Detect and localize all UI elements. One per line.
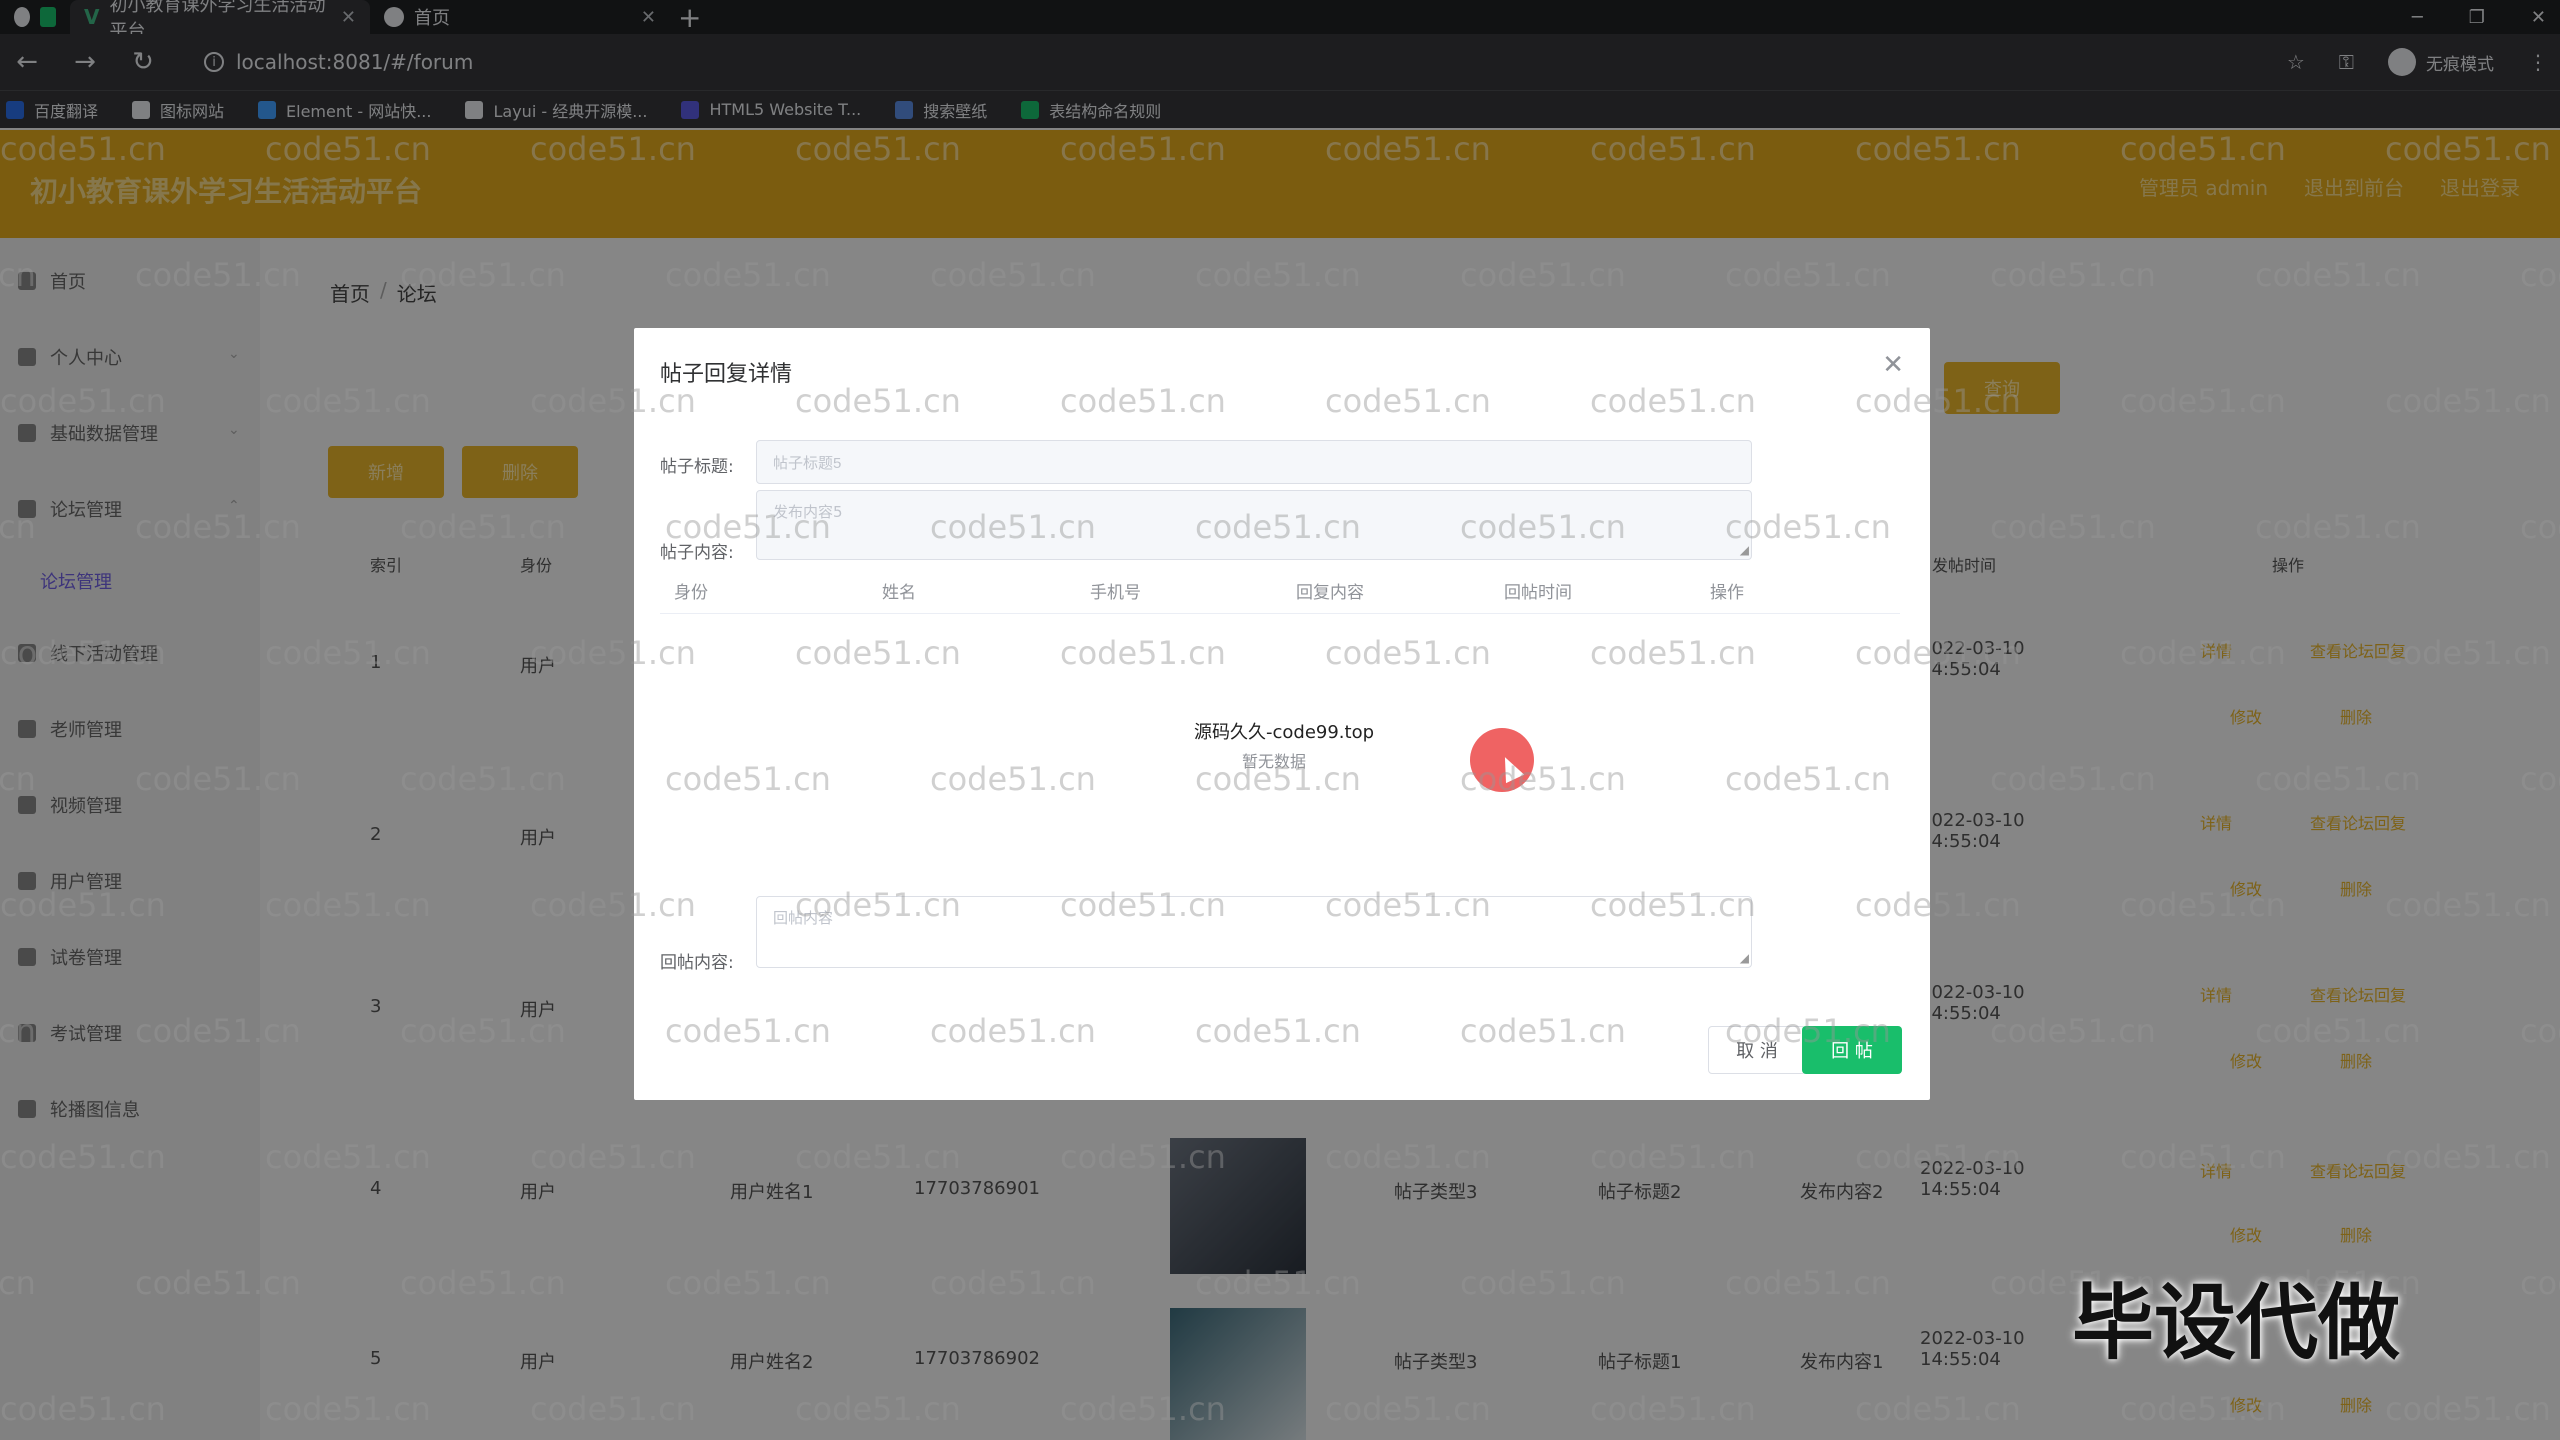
resize-handle-icon[interactable]: ◢ [1740,543,1749,557]
resize-handle-icon[interactable]: ◢ [1740,951,1749,965]
reply-detail-dialog: 帖子回复详情 ✕ 帖子标题: 帖子内容: 发布内容5 ◢ 身份 姓名 手机号 回… [634,328,1930,1100]
post-content-label: 帖子内容: [660,543,734,563]
post-content-textarea[interactable]: 发布内容5 ◢ [756,490,1752,560]
column-header: 手机号 [1090,583,1141,603]
empty-data-text: 暂无数据 [1242,752,1307,771]
reply-placeholder: 回帖内容 [773,909,834,927]
column-header: 回帖时间 [1504,583,1572,603]
cancel-button[interactable]: 取 消 [1708,1026,1806,1074]
reply-content-label: 回帖内容: [660,953,734,973]
reply-content-textarea[interactable]: 回帖内容 ◢ [756,896,1752,968]
post-title-label: 帖子标题: [660,457,734,477]
column-header: 姓名 [882,583,916,603]
post-title-input[interactable] [756,440,1752,484]
column-header: 身份 [674,583,708,603]
submit-reply-label: 回 帖 [1831,1041,1873,1062]
reply-table-header: 身份 姓名 手机号 回复内容 回帖时间 操作 [660,568,1900,614]
cancel-button-label: 取 消 [1736,1041,1778,1062]
column-header: 操作 [1710,583,1744,603]
close-icon[interactable]: ✕ [1882,350,1904,380]
submit-reply-button[interactable]: 回 帖 [1802,1026,1902,1074]
corner-watermark: 毕设代做 [2072,1276,2401,1371]
dialog-title: 帖子回复详情 [660,362,793,387]
column-header: 回复内容 [1296,583,1364,603]
post-content-value: 发布内容5 [773,503,843,521]
empty-source-text: 源码久久-code99.top [1194,722,1375,743]
